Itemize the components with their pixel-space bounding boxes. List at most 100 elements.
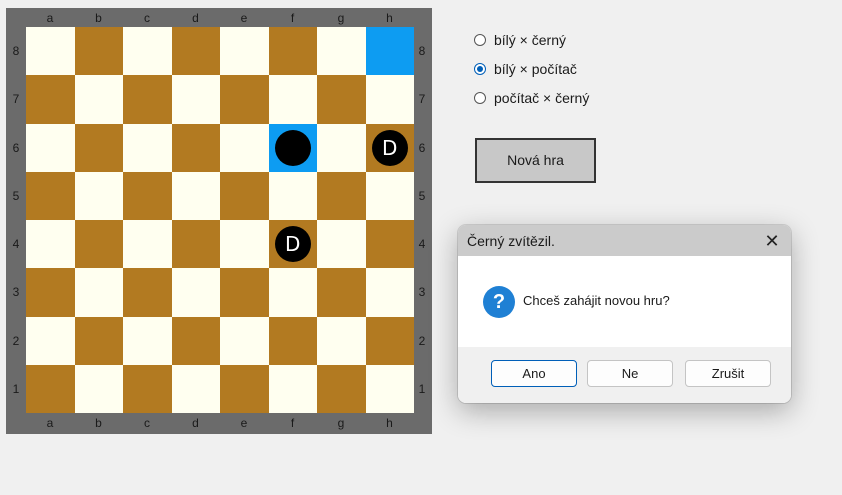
square-a8[interactable] xyxy=(26,27,75,76)
file-label-bottom: b xyxy=(95,416,102,430)
square-h5[interactable] xyxy=(365,171,414,220)
square-a5[interactable] xyxy=(26,171,75,220)
square-c6[interactable] xyxy=(123,123,172,172)
square-e5[interactable] xyxy=(220,171,269,220)
square-a7[interactable] xyxy=(26,75,75,124)
square-b7[interactable] xyxy=(74,75,123,124)
square-c5[interactable] xyxy=(123,171,172,220)
file-label-top: f xyxy=(290,11,295,25)
square-h4[interactable] xyxy=(365,220,414,269)
mode-label: bílý × černý xyxy=(494,32,566,48)
radio-button[interactable] xyxy=(474,63,486,75)
square-b1[interactable] xyxy=(74,364,123,413)
file-label-bottom: f xyxy=(290,416,295,430)
rank-label-left: 1 xyxy=(12,381,20,396)
square-d1[interactable] xyxy=(171,364,220,413)
square-g4[interactable] xyxy=(317,220,366,269)
square-b3[interactable] xyxy=(74,268,123,317)
file-label-bottom: d xyxy=(192,416,199,430)
square-e1[interactable] xyxy=(220,364,269,413)
square-h7[interactable] xyxy=(365,75,414,124)
square-d7[interactable] xyxy=(171,75,220,124)
dialog-title-bar: Černý zvítězil. ✕ xyxy=(458,225,791,256)
square-e3[interactable] xyxy=(220,268,269,317)
dialog-message: Chceš zahájit novou hru? xyxy=(523,293,670,308)
file-label-bottom: a xyxy=(46,416,54,430)
square-b5[interactable] xyxy=(74,171,123,220)
square-e6[interactable] xyxy=(220,123,269,172)
square-d4[interactable] xyxy=(171,220,220,269)
mode-option-white-vs-black[interactable]: bílý × černý xyxy=(474,32,566,48)
mode-option-computer-vs-black[interactable]: počítač × černý xyxy=(474,90,589,106)
rank-label-right: 5 xyxy=(418,188,426,203)
square-g3[interactable] xyxy=(317,268,366,317)
close-icon[interactable]: ✕ xyxy=(759,228,785,254)
black-man-piece[interactable] xyxy=(274,129,311,166)
square-h3[interactable] xyxy=(365,268,414,317)
file-label-bottom: h xyxy=(386,416,393,430)
square-g8[interactable] xyxy=(317,27,366,76)
game-over-dialog: Černý zvítězil. ✕ ? Chceš zahájit novou … xyxy=(458,225,791,403)
square-f7[interactable] xyxy=(268,75,317,124)
square-e8[interactable] xyxy=(220,27,269,76)
chessboard-grid: DD xyxy=(26,27,414,413)
square-d6[interactable] xyxy=(171,123,220,172)
square-a1[interactable] xyxy=(26,364,75,413)
rank-label-right: 4 xyxy=(418,237,426,251)
square-a3[interactable] xyxy=(26,268,75,317)
black-king-piece[interactable]: D xyxy=(371,129,408,166)
square-h8[interactable] xyxy=(365,27,414,76)
square-a4[interactable] xyxy=(26,220,75,269)
square-f4[interactable]: D xyxy=(268,220,317,269)
no-button[interactable]: Ne xyxy=(587,360,673,387)
square-g2[interactable] xyxy=(317,316,366,365)
square-c1[interactable] xyxy=(123,364,172,413)
square-b8[interactable] xyxy=(74,27,123,76)
black-king-piece[interactable]: D xyxy=(274,226,311,263)
file-label-top: b xyxy=(95,11,102,25)
square-c2[interactable] xyxy=(123,316,172,365)
rank-label-left: 4 xyxy=(12,237,20,251)
square-g6[interactable] xyxy=(317,123,366,172)
square-c4[interactable] xyxy=(123,220,172,269)
square-h2[interactable] xyxy=(365,316,414,365)
cancel-button[interactable]: Zrušit xyxy=(685,360,771,387)
rank-label-left: 5 xyxy=(12,188,20,203)
square-d5[interactable] xyxy=(171,171,220,220)
square-g1[interactable] xyxy=(317,364,366,413)
radio-button[interactable] xyxy=(474,34,486,46)
square-e4[interactable] xyxy=(220,220,269,269)
square-e2[interactable] xyxy=(220,316,269,365)
square-c3[interactable] xyxy=(123,268,172,317)
rank-label-right: 7 xyxy=(418,92,426,107)
square-f5[interactable] xyxy=(268,171,317,220)
square-b4[interactable] xyxy=(74,220,123,269)
square-g7[interactable] xyxy=(317,75,366,124)
square-h6[interactable]: D xyxy=(365,123,414,172)
square-c7[interactable] xyxy=(123,75,172,124)
square-a2[interactable] xyxy=(26,316,75,365)
square-e7[interactable] xyxy=(220,75,269,124)
square-f6[interactable] xyxy=(268,123,317,172)
square-c8[interactable] xyxy=(123,27,172,76)
square-g5[interactable] xyxy=(317,171,366,220)
square-b2[interactable] xyxy=(74,316,123,365)
rank-label-right: 6 xyxy=(418,140,426,155)
new-game-button[interactable]: Nová hra xyxy=(475,138,596,183)
square-f3[interactable] xyxy=(268,268,317,317)
file-label-top: c xyxy=(144,11,150,25)
square-f1[interactable] xyxy=(268,364,317,413)
square-b6[interactable] xyxy=(74,123,123,172)
square-h1[interactable] xyxy=(365,364,414,413)
yes-button[interactable]: Ano xyxy=(491,360,577,387)
mode-option-white-vs-computer[interactable]: bílý × počítač xyxy=(474,61,577,77)
square-d3[interactable] xyxy=(171,268,220,317)
square-f8[interactable] xyxy=(268,27,317,76)
square-a6[interactable] xyxy=(26,123,75,172)
square-f2[interactable] xyxy=(268,316,317,365)
file-label-top: h xyxy=(386,11,393,25)
file-label-bottom: c xyxy=(144,416,150,430)
radio-button[interactable] xyxy=(474,92,486,104)
square-d8[interactable] xyxy=(171,27,220,76)
square-d2[interactable] xyxy=(171,316,220,365)
